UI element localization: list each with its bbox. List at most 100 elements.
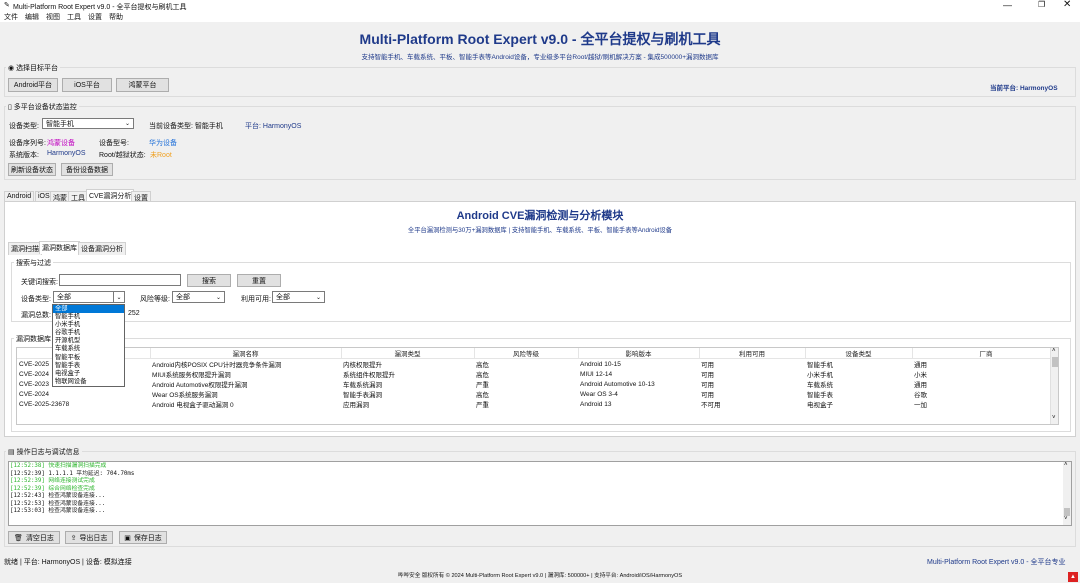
menu-help[interactable]: 帮助 bbox=[109, 12, 123, 22]
column-header[interactable]: 漏洞类型 bbox=[341, 348, 475, 359]
menu-edit[interactable]: 编辑 bbox=[25, 12, 39, 22]
log-line: [12:52:39] 网络连接测试完成 bbox=[10, 478, 95, 484]
refresh-device-button[interactable]: 刷新设备状态 bbox=[8, 163, 56, 176]
scroll-thumb[interactable] bbox=[1052, 357, 1058, 367]
platform-group-title: ◉ 选择目标平台 bbox=[6, 63, 61, 73]
table-scrollbar[interactable]: ˄ ˅ bbox=[1050, 348, 1058, 424]
log-icon: ▤ bbox=[8, 449, 15, 456]
monitor-group-title: ▯ 多平台设备状态监控 bbox=[6, 102, 79, 112]
reset-button[interactable]: 重置 bbox=[237, 274, 281, 287]
device-type-select[interactable]: 智能手机 ⌄ bbox=[42, 118, 134, 129]
cve-title: Android CVE漏洞检测与分析模块 bbox=[456, 210, 624, 222]
sysver-value: HarmonyOS bbox=[47, 150, 86, 157]
log-line: [12:53:03] 检查鸿蒙设备连接... bbox=[10, 508, 106, 514]
keyword-search-input[interactable] bbox=[59, 274, 181, 286]
menu-view[interactable]: 视图 bbox=[46, 12, 60, 22]
table-row[interactable]: CVE-2024 Wear OS系统服务漏洞 智能手表漏洞 高危 Wear OS 3-4… bbox=[17, 389, 1058, 400]
footer-text: 哔哔安全 版权所有 © 2024 Multi-Platform Root Exp… bbox=[397, 573, 683, 579]
status-right: Multi-Platform Root Expert v9.0 - 全平台专业 bbox=[927, 559, 1066, 566]
minimize-icon[interactable]: — bbox=[1003, 0, 1012, 10]
dropdown-option[interactable]: 智能平板 bbox=[53, 354, 124, 362]
log-scrollbar[interactable]: ˄ ˅ bbox=[1063, 462, 1071, 525]
ios-platform-button[interactable]: iOS平台 bbox=[62, 78, 112, 92]
chevron-down-icon: ⌄ bbox=[113, 292, 124, 302]
table-row[interactable]: CVE-2024 MIUI系统服务权限提升漏洞 系统组件权限提升 高危 MIUI 12-… bbox=[17, 369, 1058, 380]
column-header[interactable]: 利用可用 bbox=[699, 348, 806, 359]
keyword-label: 关键词搜索: bbox=[21, 279, 58, 286]
search-group-title: 搜索与过滤 bbox=[14, 258, 53, 268]
search-group bbox=[11, 262, 1071, 322]
android-platform-button[interactable]: Android平台 bbox=[8, 78, 58, 92]
dropdown-option[interactable]: 物联网设备 bbox=[53, 378, 124, 386]
search-button[interactable]: 搜索 bbox=[187, 274, 231, 287]
window-title: Multi-Platform Root Expert v9.0 - 全平台提权与… bbox=[13, 4, 187, 11]
dropdown-option[interactable]: 电视盒子 bbox=[53, 370, 124, 378]
log-textarea[interactable]: [12:52:38] 快速扫描漏洞扫描完成 [12:52:39] 1.1.1.1… bbox=[8, 461, 1072, 526]
tab-vuln-scan[interactable]: 漏洞扫描 bbox=[8, 242, 42, 255]
scroll-up-icon[interactable]: ˄ bbox=[1052, 348, 1056, 354]
backup-device-button[interactable]: 备份设备数据 bbox=[61, 163, 113, 176]
tab-vuln-db[interactable]: 漏洞数据库 bbox=[39, 241, 80, 254]
vuln-table-container: 漏洞名称 漏洞类型 风险等级 影响版本 利用可用 设备类型 厂商 CVE-202… bbox=[16, 347, 1059, 425]
harmony-platform-button[interactable]: 鸿蒙平台 bbox=[116, 78, 169, 92]
column-header[interactable]: 漏洞名称 bbox=[150, 348, 342, 359]
menu-file[interactable]: 文件 bbox=[4, 12, 18, 22]
chevron-down-icon: ⌄ bbox=[315, 294, 322, 301]
menu-tools[interactable]: 工具 bbox=[67, 12, 81, 22]
title-bar: ✎ Multi-Platform Root Expert v9.0 - 全平台提… bbox=[0, 0, 1080, 12]
column-header[interactable]: 影响版本 bbox=[578, 348, 700, 359]
table-row[interactable]: CVE-2023 Android Automotive权限提升漏洞 车载系统漏洞 严重… bbox=[17, 379, 1058, 390]
column-header[interactable]: 设备类型 bbox=[805, 348, 913, 359]
db-group-title: 漏洞数据库 bbox=[14, 334, 53, 344]
scroll-up-icon[interactable]: ˄ bbox=[1064, 462, 1068, 468]
close-icon[interactable]: ✕ bbox=[1063, 0, 1071, 10]
model-value: 华为设备 bbox=[149, 140, 177, 147]
log-line: [12:52:53] 检查鸿蒙设备连接... bbox=[10, 500, 106, 507]
cve-subtitle: 全平台漏洞检测与30万+漏洞数据库 | 支持智能手机、车载系统、平板、智能手表等… bbox=[407, 227, 673, 234]
dropdown-option[interactable]: 智能手表 bbox=[53, 362, 124, 370]
total-value: 252 bbox=[128, 310, 140, 317]
column-header[interactable]: 厂商 bbox=[912, 348, 1058, 359]
tray-icon[interactable]: ▲ bbox=[1068, 572, 1078, 582]
current-platform: 当前平台: HarmonyOS bbox=[990, 85, 1058, 92]
tab-device-vuln[interactable]: 设备漏洞分析 bbox=[78, 242, 126, 255]
device-type-dropdown: 全部 智能手机 小米手机 谷歌手机 开源机型 车载系统 智能平板 智能手表 电视… bbox=[52, 304, 125, 387]
scroll-thumb[interactable] bbox=[1064, 508, 1070, 516]
clear-log-button[interactable]: 🗑 清空日志 bbox=[8, 531, 60, 544]
table-row[interactable]: CVE-2025 Android内核POSIX CPU计时器竞争条件漏洞 内核权限提… bbox=[17, 359, 1058, 370]
root-status-value: 未Root bbox=[150, 152, 172, 159]
page-subtitle: 支持智能手机、车载系统、平板、智能手表等Android设备，专业级多平台Root… bbox=[361, 54, 719, 61]
risk-select[interactable]: 全部 ⌄ bbox=[172, 291, 225, 303]
dropdown-option[interactable]: 车载系统 bbox=[53, 345, 124, 353]
exploit-label: 利用可用: bbox=[241, 296, 271, 303]
save-icon: ▣ bbox=[124, 534, 131, 542]
device-type-label: 设备类型: bbox=[9, 123, 39, 130]
export-log-button[interactable]: ⇪ 导出日志 bbox=[65, 531, 113, 544]
page-title: Multi-Platform Root Expert v9.0 - 全平台提权与… bbox=[359, 31, 721, 47]
trash-icon: 🗑 bbox=[14, 534, 23, 542]
save-log-button[interactable]: ▣ 保存日志 bbox=[119, 531, 167, 544]
vuln-table: 漏洞名称 漏洞类型 风险等级 影响版本 利用可用 设备类型 厂商 CVE-202… bbox=[17, 348, 1058, 410]
table-header-row: 漏洞名称 漏洞类型 风险等级 影响版本 利用可用 设备类型 厂商 bbox=[17, 348, 1058, 359]
table-row[interactable]: CVE-2025-23678 Android 电视盒子驱动漏洞 0 应用漏洞 严重 An… bbox=[17, 399, 1058, 410]
filter-device-type-select[interactable]: 全部 ⌄ bbox=[53, 291, 125, 303]
menu-settings[interactable]: 设置 bbox=[88, 12, 102, 22]
serial-value: 鸿蒙设备 bbox=[47, 140, 75, 147]
log-line: [12:52:38] 快速扫描漏洞扫描完成 bbox=[10, 463, 107, 469]
model-label: 设备型号: bbox=[99, 140, 129, 147]
log-group-title: ▤ 操作日志与调试信息 bbox=[6, 447, 82, 457]
scroll-down-icon[interactable]: ˅ bbox=[1052, 415, 1056, 421]
log-line: [12:52:39] 1.1.1.1 平均延迟: 704.70ms bbox=[10, 470, 135, 477]
status-left: 就绪 | 平台: HarmonyOS | 设备: 模拟连接 bbox=[4, 559, 132, 566]
column-header[interactable]: 风险等级 bbox=[474, 348, 579, 359]
dropdown-option[interactable]: 智能手机 bbox=[53, 313, 124, 321]
dropdown-option[interactable]: 全部 bbox=[53, 305, 124, 314]
maximize-icon[interactable]: ❐ bbox=[1038, 0, 1045, 9]
exploit-select[interactable]: 全部 ⌄ bbox=[272, 291, 325, 303]
serial-label: 设备序列号: bbox=[9, 140, 46, 147]
total-label: 漏洞总数: bbox=[21, 312, 51, 319]
root-status-label: Root/越狱状态: bbox=[99, 152, 146, 159]
log-line: [12:52:39] 综合网络检查完成 bbox=[10, 485, 95, 492]
scroll-down-icon[interactable]: ˅ bbox=[1064, 516, 1068, 522]
tab-android[interactable]: Android bbox=[4, 191, 35, 201]
